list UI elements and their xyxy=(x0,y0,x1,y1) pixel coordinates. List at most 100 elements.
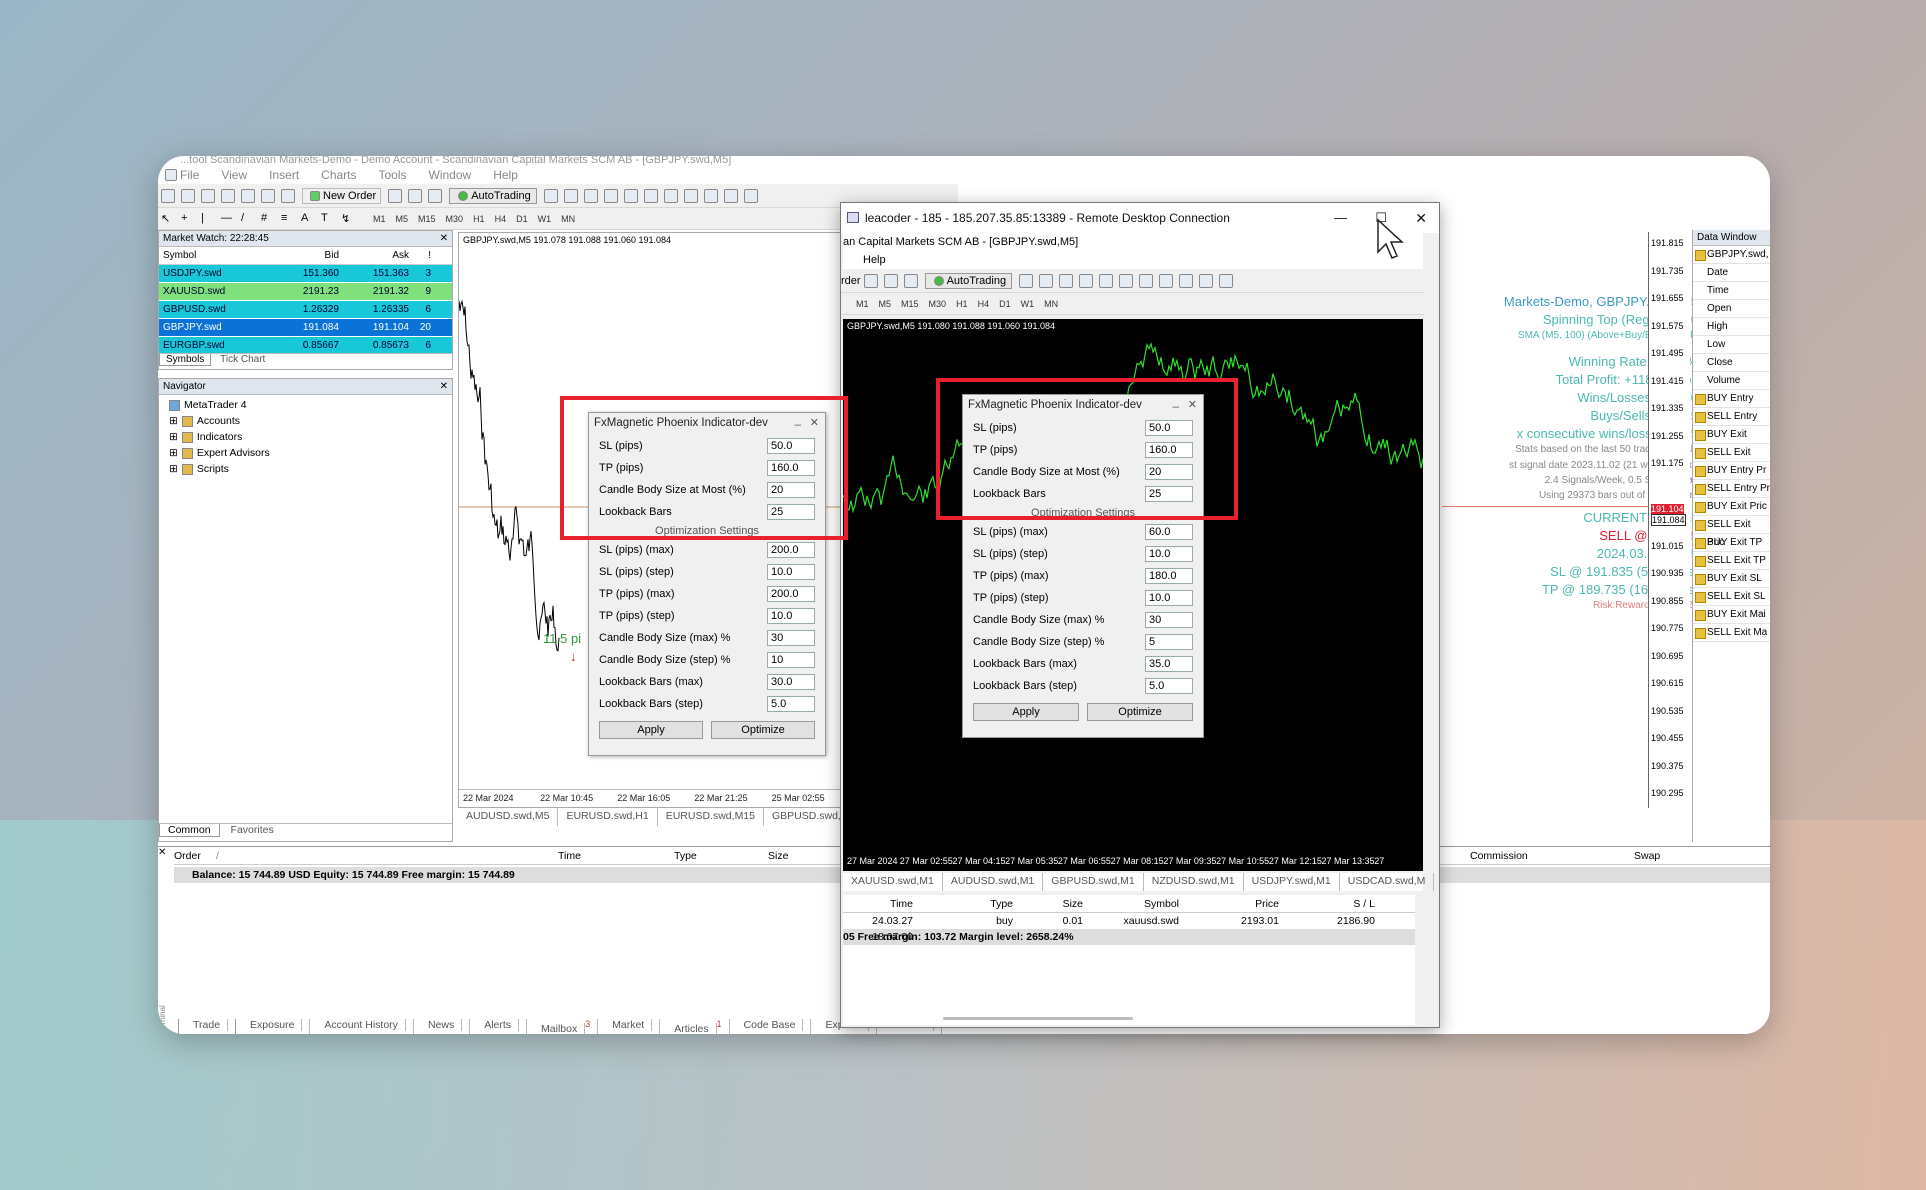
field-input[interactable]: 5.0 xyxy=(767,696,815,712)
timeframe-m15[interactable]: M15 xyxy=(413,213,441,225)
rd-timeframe-h1[interactable]: H1 xyxy=(951,298,973,310)
templates-icon[interactable] xyxy=(743,188,758,203)
field-input[interactable]: 10.0 xyxy=(767,564,815,580)
tab-alerts[interactable]: Alerts xyxy=(470,1019,528,1034)
rd-timeframe-m5[interactable]: M5 xyxy=(874,298,897,310)
col-spread[interactable]: ! xyxy=(413,247,435,264)
bar-chart-icon[interactable] xyxy=(1019,273,1034,288)
rd-col-time[interactable]: Time xyxy=(843,895,913,912)
rd-trade-row[interactable]: 24.03.27 18:07:00 buy 0.01 xauusd.swd 21… xyxy=(843,913,1415,943)
autotrading-button[interactable]: AutoTrading xyxy=(449,187,537,204)
tab-mailbox[interactable]: Mailbox 3 xyxy=(527,1019,599,1034)
field-input[interactable]: 5 xyxy=(1145,634,1193,650)
field-input[interactable]: 10.0 xyxy=(1145,546,1193,562)
tab-tick-chart[interactable]: Tick Chart xyxy=(214,354,271,365)
menu-tools[interactable]: Tools xyxy=(379,168,407,182)
vline-icon[interactable]: | xyxy=(201,212,215,226)
menu-help[interactable]: Help xyxy=(493,168,518,182)
tile-icon[interactable] xyxy=(643,188,658,203)
expand-icon[interactable]: ⊞ xyxy=(169,445,178,461)
favorites-icon[interactable] xyxy=(241,188,255,203)
menu-window[interactable]: Window xyxy=(429,168,472,182)
close-icon[interactable]: ✕ xyxy=(158,847,166,858)
rd-timeframe-m1[interactable]: M1 xyxy=(851,298,874,310)
trendline-icon[interactable]: / xyxy=(241,212,255,226)
line-chart-icon[interactable] xyxy=(583,188,598,203)
profiles-icon[interactable] xyxy=(181,188,195,203)
rd-chart-tab[interactable]: NZDUSD.swd,M1 xyxy=(1144,873,1244,891)
navigator-icon[interactable] xyxy=(261,188,275,203)
line-chart-icon[interactable] xyxy=(1059,273,1074,288)
hline-icon[interactable]: — xyxy=(221,212,235,226)
market-watch-row[interactable]: GBPUSD.swd 1.26329 1.26335 6 xyxy=(159,301,452,319)
rd-chart-tab[interactable]: AUDUSD.swd,M1 xyxy=(943,873,1044,891)
tab-trade[interactable]: Trade xyxy=(178,1019,237,1034)
data-window-icon[interactable] xyxy=(221,188,235,203)
field-input[interactable]: 30 xyxy=(1145,612,1193,628)
rd-timeframe-mn[interactable]: MN xyxy=(1039,298,1063,310)
periods-icon[interactable] xyxy=(723,188,738,203)
field-input[interactable]: 10 xyxy=(767,652,815,668)
zoom-in-icon[interactable] xyxy=(603,188,618,203)
rd-col-symbol[interactable]: Symbol xyxy=(1083,895,1179,912)
navigator-item-indicators[interactable]: ⊞ Indicators xyxy=(159,429,452,445)
signals-icon[interactable] xyxy=(408,188,423,203)
indicators-icon[interactable] xyxy=(1179,273,1194,288)
optimize-button[interactable]: Optimize xyxy=(1087,703,1193,721)
metaeditor-icon[interactable] xyxy=(388,188,403,203)
col-swap[interactable]: Swap xyxy=(1634,850,1660,862)
market-watch-icon[interactable] xyxy=(201,188,215,203)
tab-news[interactable]: News xyxy=(414,1019,471,1034)
timeframe-w1[interactable]: W1 xyxy=(533,213,557,225)
rd-timeframe-m30[interactable]: M30 xyxy=(924,298,952,310)
timeframe-m5[interactable]: M5 xyxy=(391,213,414,225)
channel-icon[interactable]: # xyxy=(261,212,275,226)
expand-icon[interactable]: ⊞ xyxy=(169,461,178,477)
chart-tab[interactable]: EURUSD.swd,M15 xyxy=(658,808,764,826)
bar-chart-icon[interactable] xyxy=(543,188,558,203)
rd-new-order-button[interactable]: rder xyxy=(841,275,861,287)
text-icon[interactable]: A xyxy=(301,212,315,226)
navigator-item-expert-advisors[interactable]: ⊞ Expert Advisors xyxy=(159,445,452,461)
crosshair-icon[interactable]: + xyxy=(181,212,195,226)
rd-scrollbar[interactable] xyxy=(943,1017,1133,1020)
navigator-item-accounts[interactable]: ⊞ Accounts xyxy=(159,413,452,429)
chart-tab[interactable]: EURUSD.swd,H1 xyxy=(558,808,658,826)
tab-exposure[interactable]: Exposure xyxy=(236,1019,311,1034)
field-input[interactable]: 30 xyxy=(767,630,815,646)
rd-col-size[interactable]: Size xyxy=(1013,895,1083,912)
tab-common[interactable]: Common xyxy=(159,824,220,837)
rd-chart-tab[interactable]: USDJPY.swd,M1 xyxy=(1244,873,1340,891)
col-type[interactable]: Type xyxy=(674,850,697,862)
cursor-icon[interactable]: ↖ xyxy=(161,212,175,226)
field-input[interactable]: 10.0 xyxy=(767,608,815,624)
minimize-icon[interactable]: — xyxy=(1334,203,1347,233)
new-chart-icon[interactable] xyxy=(161,188,175,203)
tab-market[interactable]: Market xyxy=(598,1019,661,1034)
menu-charts[interactable]: Charts xyxy=(321,168,356,182)
templates-icon[interactable] xyxy=(1219,273,1234,288)
timeframe-mn[interactable]: MN xyxy=(556,213,580,225)
tab-account-history[interactable]: Account History xyxy=(310,1019,414,1034)
rd-autotrading-button[interactable]: AutoTrading xyxy=(924,272,1013,289)
menu-view[interactable]: View xyxy=(221,168,247,182)
candles-icon[interactable] xyxy=(1039,273,1054,288)
chart-shift-icon[interactable] xyxy=(1159,273,1174,288)
apply-button[interactable]: Apply xyxy=(973,703,1079,721)
field-input[interactable]: 5.0 xyxy=(1145,678,1193,694)
optimize-button[interactable]: Optimize xyxy=(711,721,815,739)
label-icon[interactable]: T xyxy=(321,212,335,226)
field-input[interactable]: 60.0 xyxy=(1145,524,1193,540)
expand-icon[interactable]: ⊞ xyxy=(169,429,178,445)
tab-code-base[interactable]: Code Base xyxy=(730,1019,812,1034)
rd-chart-tab[interactable]: USDCAD.swd,M xyxy=(1340,873,1435,891)
field-input[interactable]: 200.0 xyxy=(767,586,815,602)
arrows-icon[interactable]: ↯ xyxy=(341,212,355,226)
timeframe-h1[interactable]: H1 xyxy=(468,213,490,225)
new-order-button[interactable]: New Order xyxy=(302,187,382,204)
close-icon[interactable]: ✕ xyxy=(1415,203,1427,233)
col-symbol[interactable]: Symbol xyxy=(159,247,291,264)
indicators-icon[interactable] xyxy=(703,188,718,203)
col-bid[interactable]: Bid xyxy=(291,247,343,264)
tab-articles[interactable]: Articles 1 xyxy=(660,1019,730,1034)
